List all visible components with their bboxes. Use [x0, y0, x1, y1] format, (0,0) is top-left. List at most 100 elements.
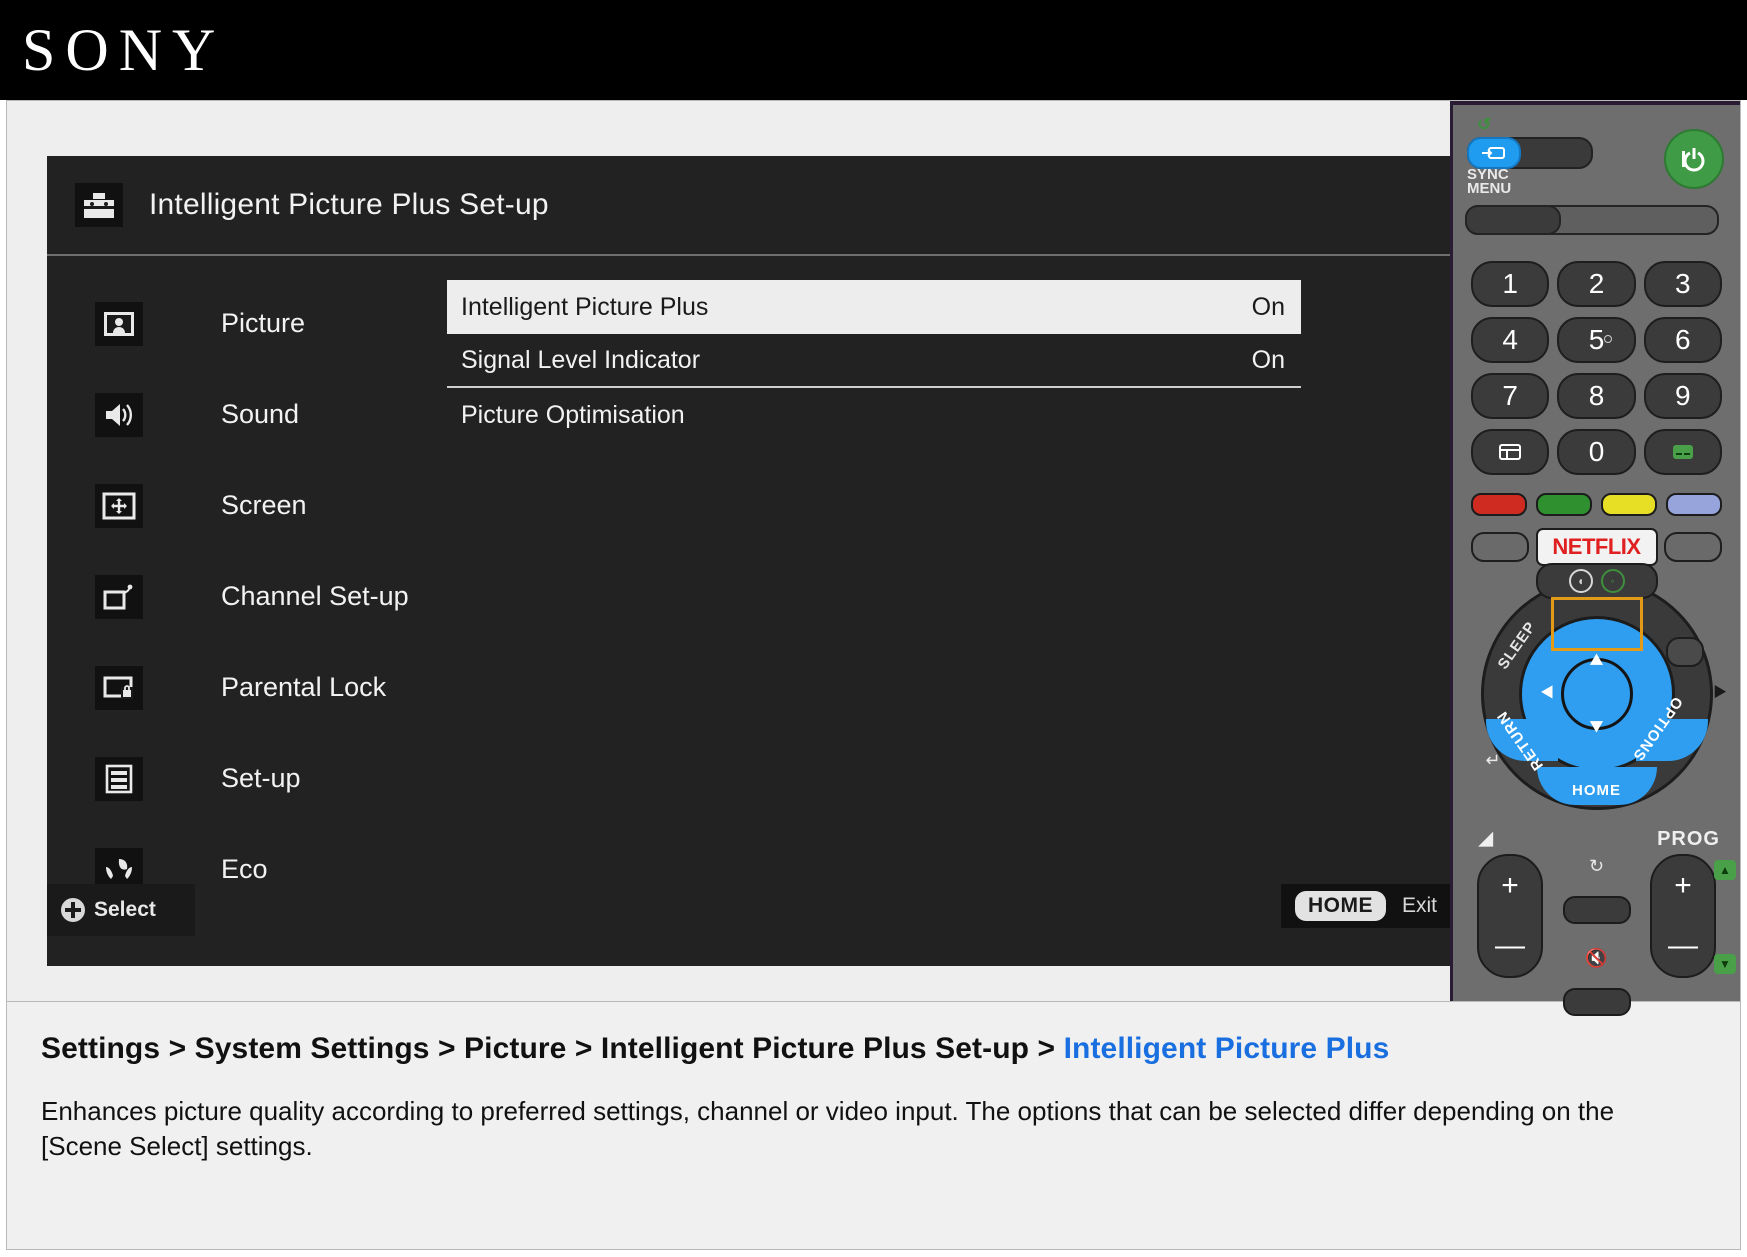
sidebar-item-parental-lock[interactable]: Parental Lock: [47, 642, 447, 733]
key-2[interactable]: 2: [1557, 261, 1635, 307]
return-arrow-icon: ↵: [1486, 750, 1501, 771]
key-3[interactable]: 3: [1644, 261, 1722, 307]
select-hint-label: Select: [94, 898, 156, 922]
option-label: Picture Optimisation: [461, 401, 685, 430]
category-list: Picture Sound: [47, 256, 447, 964]
caption-area: Settings > System Settings > Picture > I…: [7, 1002, 1740, 1164]
green-button[interactable]: [1536, 493, 1592, 516]
sidebar-item-label: Picture: [221, 308, 305, 339]
input-select-icon[interactable]: [1467, 137, 1521, 169]
key-8[interactable]: 8: [1557, 373, 1635, 419]
sync-glyph-icon: ↺: [1477, 115, 1491, 135]
netflix-button[interactable]: NETFLIX: [1536, 528, 1658, 566]
red-button[interactable]: [1471, 493, 1527, 516]
netflix-row: NETFLIX: [1453, 516, 1740, 566]
remote-control: ↺ SYNC MENU: [1450, 101, 1740, 1001]
blue-button[interactable]: [1666, 493, 1722, 516]
arrow-left-icon[interactable]: ⯇: [1538, 680, 1557, 708]
volume-down-button[interactable]: —: [1495, 929, 1525, 963]
left-oval-button[interactable]: [1471, 532, 1529, 562]
remote-top-section: ↺ SYNC MENU: [1453, 105, 1740, 255]
select-button-icon: [61, 898, 85, 922]
key-subtitle-icon[interactable]: [1644, 429, 1722, 475]
key-4[interactable]: 4: [1471, 317, 1549, 363]
prog-label: PROG: [1657, 828, 1720, 851]
sync-menu-label: SYNC MENU: [1467, 168, 1511, 196]
sidebar-item-label: Screen: [221, 490, 307, 521]
right-oval-button[interactable]: [1664, 532, 1722, 562]
audio-subtitle-buttons[interactable]: ◖ ◦: [1536, 563, 1658, 599]
description-text: Enhances picture quality according to pr…: [41, 1094, 1701, 1164]
sidebar-item-label: Channel Set-up: [221, 581, 409, 612]
settings-list-icon: [95, 757, 143, 801]
jump-button[interactable]: [1563, 896, 1631, 924]
arrow-right-icon[interactable]: ⯈: [1710, 680, 1729, 708]
sidebar-item-channel-setup[interactable]: Channel Set-up: [47, 551, 447, 642]
select-hint: Select: [47, 884, 195, 936]
guide-bar-left-button[interactable]: [1465, 205, 1561, 235]
breadcrumb-current: Intelligent Picture Plus: [1064, 1032, 1390, 1065]
power-button[interactable]: [1664, 129, 1724, 189]
option-row-picture-optimisation[interactable]: Picture Optimisation: [447, 388, 1301, 442]
subtitle-icon: ◦: [1601, 569, 1625, 593]
prog-down-button[interactable]: —: [1668, 929, 1698, 963]
prog-rocker[interactable]: + —: [1650, 854, 1716, 978]
antenna-screen-icon: [95, 575, 143, 619]
option-label: Signal Level Indicator: [461, 346, 700, 375]
sidebar-item-set-up[interactable]: Set-up: [47, 733, 447, 824]
volume-up-button[interactable]: +: [1501, 869, 1519, 903]
sidebar-item-label: Sound: [221, 399, 299, 430]
picture-frame-icon: [95, 302, 143, 346]
exit-hint: HOME Exit: [1281, 884, 1451, 928]
key-text-icon[interactable]: [1471, 429, 1549, 475]
content-frame: Intelligent Picture Plus Set-up: [6, 100, 1741, 1250]
home-key-badge: HOME: [1295, 891, 1386, 921]
display-button[interactable]: [1666, 637, 1704, 667]
sidebar-item-picture[interactable]: Picture: [47, 278, 447, 369]
tv-osd-panel: Intelligent Picture Plus Set-up: [47, 156, 1451, 966]
sidebar-item-screen[interactable]: Screen: [47, 460, 447, 551]
key-6[interactable]: 6: [1644, 317, 1722, 363]
dpad-outer-ring: ◖ ◦ SLEEP RETURN OPTIONS HOME ↵ ⯅ ⯆: [1481, 578, 1713, 810]
tv-screenshot-area: Intelligent Picture Plus Set-up: [7, 101, 1740, 1002]
middle-buttons: ↻ 🔇: [1563, 856, 1631, 1016]
osd-body: Picture Sound: [47, 256, 1451, 964]
sony-logo: SONY: [0, 20, 225, 80]
exit-hint-label: Exit: [1402, 894, 1437, 918]
breadcrumb-path: Settings > System Settings > Picture > I…: [41, 1032, 1064, 1065]
toolbox-icon: [75, 183, 123, 227]
home-label: HOME: [1572, 782, 1621, 799]
option-value: On: [1252, 346, 1285, 375]
sidebar-item-label: Set-up: [221, 763, 301, 794]
sidebar-item-sound[interactable]: Sound: [47, 369, 447, 460]
key-0[interactable]: 0: [1557, 429, 1635, 475]
mute-button[interactable]: [1563, 988, 1631, 1016]
option-row-signal-level-indicator[interactable]: Signal Level Indicator On: [447, 334, 1301, 388]
option-value: On: [1252, 293, 1285, 322]
yellow-button[interactable]: [1601, 493, 1657, 516]
breadcrumb: Settings > System Settings > Picture > I…: [41, 1032, 1706, 1066]
volume-rocker[interactable]: + —: [1477, 854, 1543, 978]
brand-header: SONY: [0, 0, 1747, 100]
osd-title: Intelligent Picture Plus Set-up: [149, 188, 549, 222]
prog-up-button[interactable]: +: [1674, 869, 1692, 903]
key-5[interactable]: 5: [1557, 317, 1635, 363]
key-1[interactable]: 1: [1471, 261, 1549, 307]
remote-bottom-section: ◢ PROG + — ↻ 🔇 + — ▲ ▼: [1453, 828, 1740, 998]
sidebar-item-label: Eco: [221, 854, 268, 885]
screen-resize-icon: [95, 484, 143, 528]
key-9[interactable]: 9: [1644, 373, 1722, 419]
jump-icon: ↻: [1589, 856, 1604, 872]
arrow-up-icon[interactable]: ⯅: [1587, 647, 1606, 675]
speaker-icon: [95, 393, 143, 437]
key-7[interactable]: 7: [1471, 373, 1549, 419]
numeric-keypad: 1 2 3 4 5 6 7 8 9 0: [1453, 255, 1740, 475]
mute-icon: 🔇: [1585, 948, 1607, 964]
arrow-down-icon[interactable]: ⯆: [1587, 715, 1606, 743]
channel-down-chip-icon: ▼: [1714, 954, 1736, 974]
options-list: Intelligent Picture Plus On Signal Level…: [447, 256, 1451, 964]
option-row-intelligent-picture-plus[interactable]: Intelligent Picture Plus On: [447, 280, 1301, 334]
osd-header: Intelligent Picture Plus Set-up: [47, 156, 1451, 256]
sidebar-item-label: Parental Lock: [221, 672, 386, 703]
volume-label: ◢: [1479, 828, 1493, 849]
